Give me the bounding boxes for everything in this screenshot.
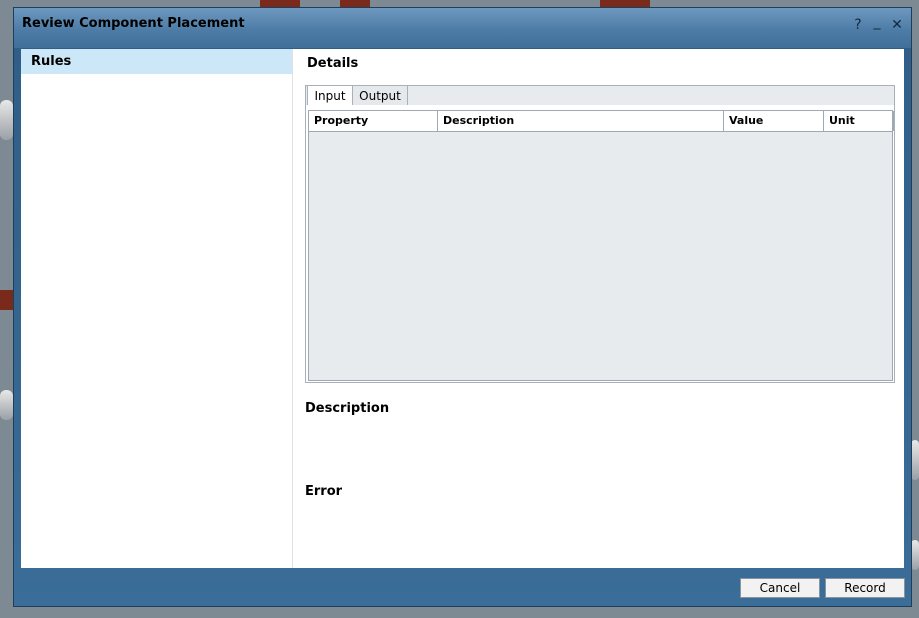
- dialog-content: Rules Details Input Output Property Desc…: [21, 49, 904, 568]
- scene-beam: [0, 290, 13, 310]
- tab-panel: Property Description Value Unit: [305, 105, 895, 383]
- scene-pipe: [0, 100, 13, 140]
- close-button[interactable]: ✕: [888, 15, 906, 35]
- review-component-placement-dialog: Review Component Placement ? _ ✕ Rules D…: [13, 7, 912, 607]
- details-tab-strip: Input Output: [305, 85, 895, 107]
- record-button[interactable]: Record: [825, 578, 905, 598]
- rules-header[interactable]: Rules: [21, 49, 292, 74]
- description-title: Description: [305, 401, 390, 416]
- rules-pane: Rules: [21, 49, 293, 568]
- help-button[interactable]: ?: [849, 15, 867, 35]
- scene-pipe: [911, 440, 919, 480]
- scene-pipe: [911, 540, 919, 570]
- cancel-button[interactable]: Cancel: [740, 578, 820, 598]
- column-property[interactable]: Property: [309, 111, 438, 131]
- column-unit[interactable]: Unit: [824, 111, 894, 131]
- title-bar[interactable]: Review Component Placement ? _ ✕: [14, 8, 911, 48]
- tab-input[interactable]: Input: [307, 85, 353, 107]
- details-title: Details: [307, 56, 359, 71]
- error-title: Error: [305, 484, 343, 499]
- dialog-title: Review Component Placement: [22, 16, 245, 31]
- column-description[interactable]: Description: [438, 111, 724, 131]
- grid-header: Property Description Value Unit: [309, 111, 894, 132]
- minimize-button[interactable]: _: [868, 12, 886, 32]
- column-value[interactable]: Value: [724, 111, 824, 131]
- details-pane: Details Input Output Property Descriptio…: [293, 49, 904, 568]
- scene-pipe: [0, 390, 13, 420]
- properties-grid[interactable]: Property Description Value Unit: [308, 110, 894, 381]
- tab-output[interactable]: Output: [352, 85, 408, 106]
